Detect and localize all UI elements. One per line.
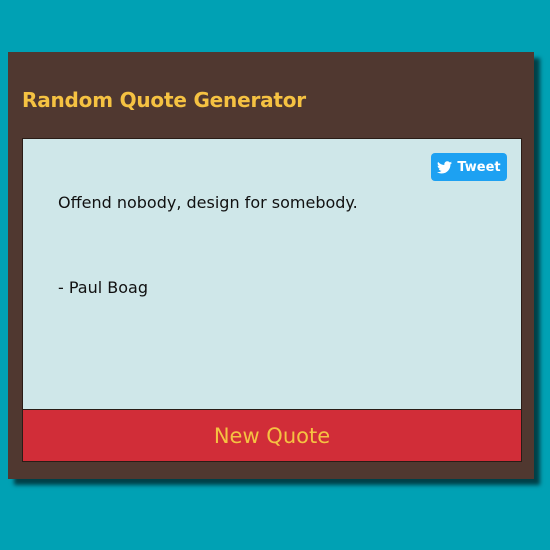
quote-author: - Paul Boag	[58, 278, 148, 297]
quote-text: Offend nobody, design for somebody.	[58, 193, 358, 212]
twitter-bird-icon	[437, 160, 453, 174]
new-quote-button[interactable]: New Quote	[22, 409, 522, 462]
quote-machine-card: Random Quote Generator Tweet Offend nobo…	[8, 52, 534, 479]
quote-panel: Tweet Offend nobody, design for somebody…	[22, 138, 522, 410]
tweet-button-label: Tweet	[457, 159, 501, 175]
tweet-button[interactable]: Tweet	[431, 153, 507, 181]
app-title: Random Quote Generator	[22, 88, 306, 112]
